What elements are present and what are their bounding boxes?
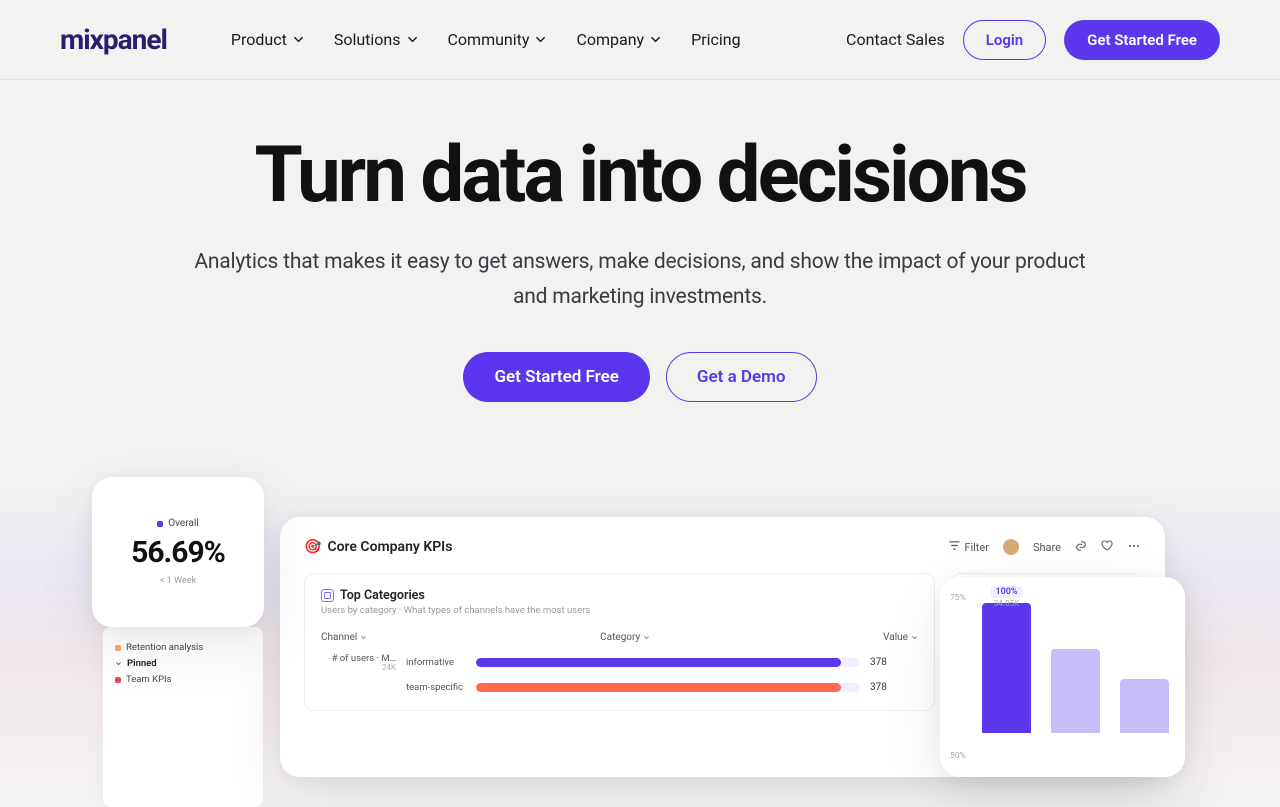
card-overall: Overall 56.69% < 1 Week bbox=[92, 477, 264, 627]
col-channel[interactable]: Channel bbox=[321, 632, 367, 643]
more-icon[interactable] bbox=[1127, 540, 1141, 555]
hero: Turn data into decisions Analytics that … bbox=[0, 80, 1280, 402]
tool-label: Share bbox=[1033, 541, 1061, 554]
chevron-down-icon bbox=[643, 634, 650, 641]
row-category: team-specific bbox=[406, 682, 466, 693]
bar-track bbox=[476, 683, 860, 692]
hero-subtitle: Analytics that makes it easy to get answ… bbox=[180, 245, 1100, 314]
sidebar-row-team-kpis[interactable]: Team KPIs bbox=[115, 674, 251, 685]
funnel-bars: 100% 34.05K bbox=[956, 603, 1169, 733]
funnel-bar-3 bbox=[1120, 679, 1169, 734]
funnel-yaxis: 75% 50% bbox=[950, 593, 976, 761]
link-icon[interactable] bbox=[1075, 540, 1087, 555]
dot-icon bbox=[115, 677, 121, 683]
bar-fill bbox=[476, 683, 841, 692]
yaxis-tick: 50% bbox=[950, 751, 976, 761]
bar-fill bbox=[476, 658, 841, 667]
overall-sub: < 1 Week bbox=[160, 576, 196, 586]
nav-item-solutions[interactable]: Solutions bbox=[334, 30, 418, 49]
dashboard-header: 🎯 Core Company KPIs Filter Share bbox=[304, 539, 1141, 555]
chevron-down-icon bbox=[293, 34, 304, 45]
col-label: Channel bbox=[321, 632, 357, 643]
chevron-down-icon bbox=[115, 660, 122, 667]
target-icon: 🎯 bbox=[304, 539, 321, 555]
chevron-down-icon bbox=[360, 634, 367, 641]
nav-item-product[interactable]: Product bbox=[231, 30, 304, 49]
sidebar-section-label: Pinned bbox=[127, 658, 157, 669]
funnel-bar-label: 100% 34.05K bbox=[990, 579, 1022, 608]
chevron-down-icon bbox=[911, 634, 918, 641]
funnel-bar-1: 100% 34.05K bbox=[982, 603, 1031, 733]
panel-subtitle: Users by category · What types of channe… bbox=[321, 605, 918, 616]
bar-value: 378 bbox=[870, 682, 918, 693]
panel-top-categories: Top Categories Users by category · What … bbox=[304, 573, 935, 711]
avatar[interactable] bbox=[1003, 539, 1019, 555]
sidebar-item-label: Team KPIs bbox=[126, 674, 172, 685]
bar-row: # of users · M…24K informative 378 bbox=[321, 653, 918, 672]
logo[interactable]: mixpanel bbox=[60, 23, 167, 56]
overall-label: Overall bbox=[157, 518, 198, 529]
row-category: informative bbox=[406, 657, 466, 668]
nav-right: Contact Sales Login Get Started Free bbox=[846, 20, 1220, 60]
hero-ctas: Get Started Free Get a Demo bbox=[0, 352, 1280, 402]
get-started-hero-button[interactable]: Get Started Free bbox=[463, 352, 649, 402]
panel-header: Top Categories bbox=[321, 588, 918, 603]
bar-row: team-specific 378 bbox=[321, 682, 918, 693]
bar-value: 378 bbox=[870, 657, 918, 668]
nav-item-label: Pricing bbox=[691, 30, 741, 49]
get-started-nav-button[interactable]: Get Started Free bbox=[1064, 20, 1220, 60]
filter-button[interactable]: Filter bbox=[949, 540, 989, 554]
card-funnel: 75% 50% 100% 34.05K bbox=[940, 577, 1185, 777]
col-category[interactable]: Category bbox=[600, 632, 650, 643]
dashboard-title-text: Core Company KPIs bbox=[327, 539, 452, 555]
dashboard-title: 🎯 Core Company KPIs bbox=[304, 539, 452, 555]
sidebar-row-retention[interactable]: Retention analysis bbox=[115, 642, 251, 653]
funnel-pct: 100% bbox=[990, 586, 1022, 598]
card-sidebar: Retention analysis Pinned Team KPIs bbox=[103, 627, 263, 807]
login-button[interactable]: Login bbox=[963, 20, 1046, 60]
dot-icon bbox=[115, 645, 121, 651]
overall-pct: 56.69% bbox=[131, 535, 225, 570]
nav-item-label: Community bbox=[448, 30, 530, 49]
nav-item-label: Company bbox=[576, 30, 644, 49]
bar-track bbox=[476, 658, 860, 667]
chevron-down-icon bbox=[650, 34, 661, 45]
chevron-down-icon bbox=[407, 34, 418, 45]
nav-item-community[interactable]: Community bbox=[448, 30, 547, 49]
tool-label: Filter bbox=[964, 541, 989, 554]
get-demo-button[interactable]: Get a Demo bbox=[666, 352, 817, 402]
filter-icon bbox=[949, 540, 960, 554]
col-value[interactable]: Value bbox=[883, 632, 918, 643]
funnel-bar-2 bbox=[1051, 649, 1100, 734]
contact-sales-link[interactable]: Contact Sales bbox=[846, 30, 945, 49]
sidebar-item-label: Retention analysis bbox=[126, 642, 203, 653]
overall-label-text: Overall bbox=[168, 518, 198, 529]
panel-title: Top Categories bbox=[340, 588, 425, 603]
heart-icon[interactable] bbox=[1101, 540, 1113, 555]
row-channel-label: # of users · M…24K bbox=[321, 653, 396, 672]
funnel-val: 34.05K bbox=[990, 599, 1022, 608]
nav-item-company[interactable]: Company bbox=[576, 30, 661, 49]
series-dot-icon bbox=[157, 521, 163, 527]
col-label: Value bbox=[883, 632, 908, 643]
hero-title: Turn data into decisions bbox=[0, 135, 1280, 217]
dashboard-tools: Filter Share bbox=[949, 539, 1141, 555]
navbar: mixpanel Product Solutions Community Com… bbox=[0, 0, 1280, 80]
report-icon bbox=[321, 589, 334, 602]
chevron-down-icon bbox=[535, 34, 546, 45]
dashboard-preview: Overall 56.69% < 1 Week Retention analys… bbox=[0, 482, 1280, 782]
nav-item-label: Product bbox=[231, 30, 287, 49]
nav-links: Product Solutions Community Company Pric… bbox=[231, 30, 741, 49]
nav-item-label: Solutions bbox=[334, 30, 401, 49]
share-button[interactable]: Share bbox=[1033, 541, 1061, 554]
sidebar-pinned-header[interactable]: Pinned bbox=[115, 658, 251, 669]
yaxis-tick: 75% bbox=[950, 593, 976, 603]
column-headers: Channel Category Value bbox=[321, 632, 918, 643]
col-label: Category bbox=[600, 632, 640, 643]
nav-item-pricing[interactable]: Pricing bbox=[691, 30, 741, 49]
